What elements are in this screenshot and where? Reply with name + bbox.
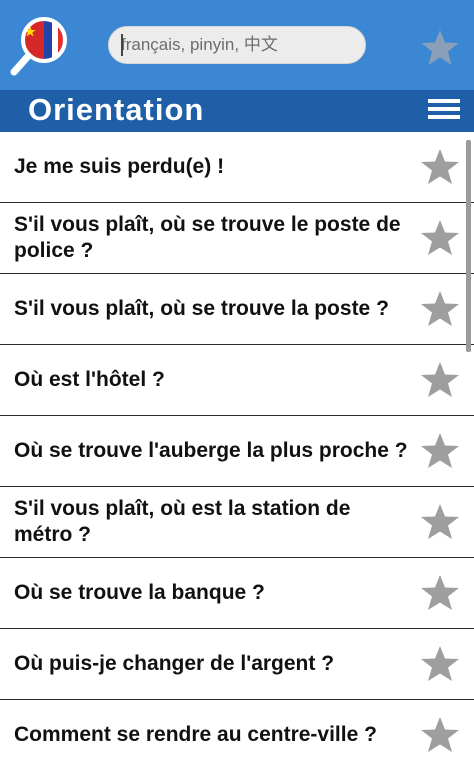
phrase-text: S'il vous plaît, où se trouve la poste ? — [14, 297, 389, 320]
favorite-star-icon[interactable] — [418, 644, 462, 684]
china-france-flag-magnifier-icon[interactable] — [8, 14, 72, 78]
list-item[interactable]: Je me suis perdu(e) ! — [0, 132, 474, 203]
phrase-text: Où est l'hôtel ? — [14, 368, 165, 391]
phrase-text: Comment se rendre au centre-ville ? — [14, 723, 377, 746]
favorite-star-icon[interactable] — [418, 360, 462, 400]
list-item[interactable]: Où est l'hôtel ? — [0, 345, 474, 416]
page-title: Orientation — [28, 92, 205, 127]
favorite-star-icon[interactable] — [418, 431, 462, 471]
search-field[interactable] — [108, 26, 366, 64]
favorites-star-icon[interactable] — [420, 28, 460, 68]
phrase-text: Où puis-je changer de l'argent ? — [14, 652, 335, 675]
list-item[interactable]: S'il vous plaît, où se trouve la poste ? — [0, 274, 474, 345]
phrase-text: Où se trouve l'auberge la plus proche ? — [14, 439, 408, 462]
favorite-star-icon[interactable] — [418, 289, 462, 329]
favorite-star-icon[interactable] — [418, 218, 462, 258]
phrase-text: Où se trouve la banque ? — [14, 581, 265, 604]
list-item[interactable]: Où se trouve l'auberge la plus proche ? — [0, 416, 474, 487]
favorite-star-icon[interactable] — [418, 573, 462, 613]
favorite-star-icon[interactable] — [418, 715, 462, 755]
text-cursor — [121, 34, 123, 56]
list-item[interactable]: Où puis-je changer de l'argent ? — [0, 629, 474, 700]
phrase-list: Je me suis perdu(e) ! S'il vous plaît, où… — [0, 132, 474, 758]
list-item[interactable]: S'il vous plaît, où se trouve le poste d… — [0, 203, 474, 274]
list-item[interactable]: Où se trouve la banque ? — [0, 558, 474, 629]
favorite-star-icon[interactable] — [418, 147, 462, 187]
search-input[interactable] — [121, 35, 365, 55]
phrase-text: S'il vous plaît, où est la station de mé… — [14, 497, 351, 546]
hamburger-menu-icon[interactable] — [428, 99, 460, 123]
scrollbar[interactable] — [466, 140, 471, 352]
favorite-star-icon[interactable] — [418, 502, 462, 542]
phrase-text: Je me suis perdu(e) ! — [14, 155, 225, 178]
list-item[interactable]: Comment se rendre au centre-ville ? — [0, 700, 474, 758]
phrase-text: S'il vous plaît, où se trouve le poste d… — [14, 213, 401, 262]
list-item[interactable]: S'il vous plaît, où est la station de mé… — [0, 487, 474, 558]
